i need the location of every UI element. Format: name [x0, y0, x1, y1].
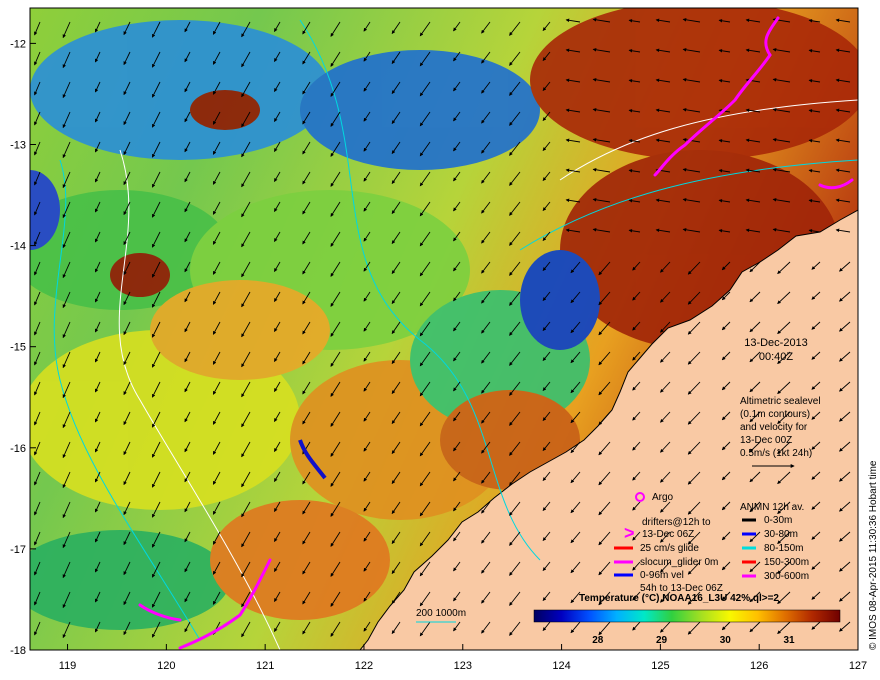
colorbar-tick-label: 31 [783, 635, 795, 646]
legend-glide-label: 25 cm/s glide [640, 543, 699, 554]
map-time: 00:40Z [759, 351, 794, 363]
lon-tick-label: 127 [849, 660, 867, 672]
anmn-title: ANMN 12h av. [740, 502, 804, 513]
altimetry-line-3: and velocity for [740, 422, 808, 433]
lon-tick-label: 119 [59, 660, 77, 672]
altimetry-line-2: (0.1m contours) [740, 409, 810, 420]
lat-tick-label: -14 [10, 241, 26, 253]
legend-vel-line-1: 0-96m vel [640, 570, 684, 581]
credit-text: © IMOS 08-Apr-2015 11:30:36 Hobart time [868, 460, 879, 650]
anmn-item-label: 30-80m [764, 529, 798, 540]
map-date: 13-Dec-2013 [744, 337, 808, 349]
drifter-chevron-icon: > [624, 523, 635, 543]
legend-drifters-line-2: 13-Dec 06Z [642, 529, 694, 540]
lon-tick-label: 123 [454, 660, 472, 672]
legend-drifters-line-1: drifters@12h to [642, 517, 711, 528]
lat-tick-label: -15 [10, 342, 26, 354]
altimetry-line-5: 0.5m/s (1kt 24h) [740, 448, 812, 459]
lat-tick-label: -16 [10, 443, 26, 455]
lon-tick-label: 120 [157, 660, 175, 672]
anmn-item-label: 80-150m [764, 543, 803, 554]
colorbar-tick-label: 29 [656, 635, 668, 646]
anmn-item-label: 150-300m [764, 557, 809, 568]
sst-map-figure: 119 120 121 122 123 124 125 126 127 -12 -13 -14 -15 -… [10, 7, 879, 672]
lat-tick-label: -18 [10, 645, 26, 657]
lat-tick-label: -12 [10, 38, 26, 50]
lon-tick-label: 125 [651, 660, 669, 672]
legend-argo-label: Argo [652, 492, 674, 503]
altimetry-line-1: Altimetric sealevel [740, 396, 821, 407]
sst-map-panel [30, 8, 858, 650]
lon-tick-label: 122 [355, 660, 373, 672]
colorbar-tick-label: 30 [720, 635, 732, 646]
colorbar-title: Temperature (°C) NOAA16_L3U 42% ql>=2 [579, 593, 779, 604]
lat-tick-label: -13 [10, 139, 26, 151]
lat-tick-label: -17 [10, 544, 26, 556]
colorbar-tick-label: 28 [592, 635, 604, 646]
legend-slocum-label: slocum_glider 0m [640, 557, 718, 568]
lon-tick-label: 126 [750, 660, 768, 672]
anmn-item-label: 300-600m [764, 571, 809, 582]
altimetry-line-4: 13-Dec 00Z [740, 435, 792, 446]
bathymetry-scale-label: 200 1000m [416, 608, 466, 619]
colorbar-gradient [533, 609, 841, 623]
lon-tick-label: 121 [256, 660, 274, 672]
lon-tick-label: 124 [552, 660, 570, 672]
anmn-item-label: 0-30m [764, 515, 792, 526]
